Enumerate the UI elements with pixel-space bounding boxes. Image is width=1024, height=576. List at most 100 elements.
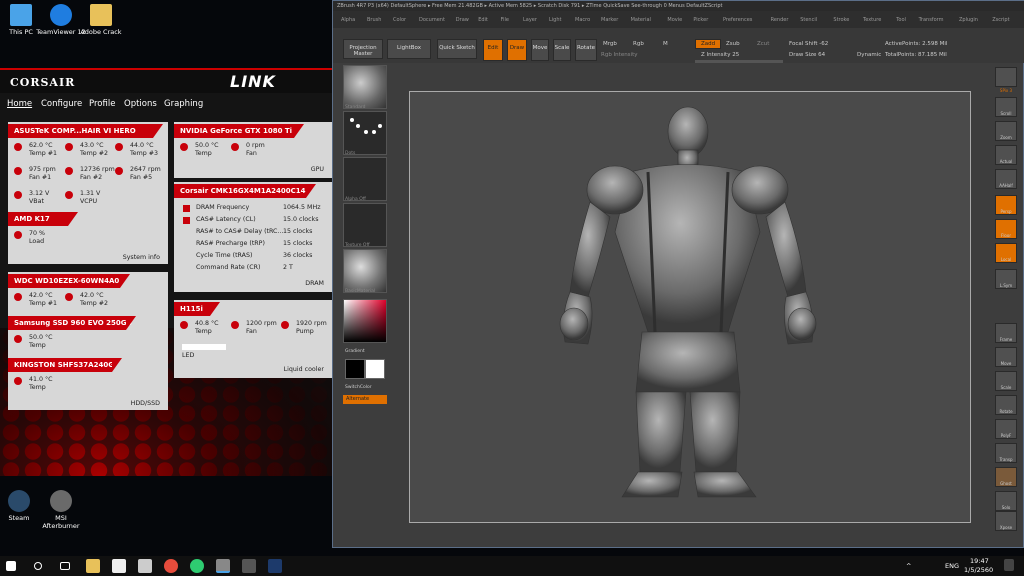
texture-thumbnail[interactable] bbox=[343, 203, 387, 247]
actual-button[interactable]: Actual bbox=[995, 145, 1017, 165]
move-view-button[interactable]: Move bbox=[995, 347, 1017, 367]
menu-item[interactable]: Stroke bbox=[833, 17, 849, 23]
menu-item[interactable]: Movie bbox=[667, 17, 682, 23]
nav-options[interactable]: Options bbox=[124, 99, 157, 109]
file-explorer-icon[interactable] bbox=[86, 559, 100, 573]
menu-item[interactable]: Light bbox=[549, 17, 561, 23]
menu-item[interactable]: Picker bbox=[693, 17, 708, 23]
menu-item[interactable]: Zscript bbox=[992, 17, 1009, 23]
draw-size-slider[interactable]: Draw Size 64 bbox=[789, 52, 825, 58]
menu-item[interactable]: Marker bbox=[601, 17, 618, 23]
menu-item[interactable]: Material bbox=[631, 17, 651, 23]
lightbox-button[interactable]: LightBox bbox=[387, 39, 431, 59]
chrome-icon[interactable] bbox=[164, 559, 178, 573]
notifications-icon[interactable] bbox=[1004, 559, 1014, 571]
menu-item[interactable]: Document bbox=[419, 17, 445, 23]
menu-item[interactable]: Render bbox=[771, 17, 789, 23]
hdd-card[interactable]: WDC WD10EZEX-60WN4A0 42.0 °C Temp #1 42.0… bbox=[8, 272, 168, 410]
aahalf-button[interactable]: AAHalf bbox=[995, 169, 1017, 189]
main-color-swatch[interactable] bbox=[345, 359, 365, 379]
nav-profile[interactable]: Profile bbox=[89, 99, 115, 109]
nav-home[interactable]: Home bbox=[7, 99, 32, 109]
xpose-button[interactable]: Xpose bbox=[995, 511, 1017, 531]
zsub-button[interactable]: Zsub bbox=[726, 41, 740, 47]
menu-item[interactable]: Layer bbox=[523, 17, 537, 23]
zbrush-taskbar-icon[interactable] bbox=[216, 559, 230, 573]
persp-button[interactable]: Persp bbox=[995, 195, 1017, 215]
photoshop-icon[interactable] bbox=[268, 559, 282, 573]
focal-shift-slider[interactable]: Focal Shift -62 bbox=[789, 41, 828, 47]
store-icon[interactable] bbox=[112, 559, 126, 573]
transp-button[interactable]: Transp bbox=[995, 443, 1017, 463]
line-icon[interactable] bbox=[190, 559, 204, 573]
zoom-button[interactable]: Zoom bbox=[995, 121, 1017, 141]
corsair-taskbar-icon[interactable] bbox=[242, 559, 256, 573]
secondary-color-swatch[interactable] bbox=[365, 359, 385, 379]
menu-item[interactable]: Color bbox=[393, 17, 406, 23]
start-icon[interactable] bbox=[6, 561, 16, 571]
z-intensity-track[interactable] bbox=[695, 60, 783, 63]
rotate-view-button[interactable]: Rotate bbox=[995, 395, 1017, 415]
tray-chevron-icon[interactable]: ^ bbox=[906, 562, 911, 570]
rgb-button[interactable]: Rgb bbox=[633, 41, 644, 47]
frame-button[interactable]: Frame bbox=[995, 323, 1017, 343]
draw-button[interactable]: Draw bbox=[507, 39, 527, 61]
menu-item[interactable]: Alpha bbox=[341, 17, 355, 23]
material-thumbnail[interactable] bbox=[343, 249, 387, 293]
clock-date[interactable]: 1/5/2560 bbox=[964, 566, 993, 574]
mobo-card[interactable]: ASUSTeK COMP...HAIR VI HERO 62.0 °C Temp … bbox=[8, 122, 168, 264]
nav-configure[interactable]: Configure bbox=[41, 99, 82, 109]
lsym-button[interactable]: L.Sym bbox=[995, 269, 1017, 289]
menu-item[interactable]: Zplugin bbox=[959, 17, 978, 23]
led-swatch[interactable] bbox=[182, 344, 226, 350]
quick-sketch-button[interactable]: Quick Sketch bbox=[437, 39, 477, 59]
spix-button[interactable] bbox=[995, 67, 1017, 87]
task-view-icon[interactable] bbox=[60, 562, 70, 570]
menu-item[interactable]: File bbox=[501, 17, 509, 23]
alternate-button[interactable]: Alternate bbox=[343, 395, 387, 404]
clock-time[interactable]: 19:47 bbox=[970, 557, 989, 565]
edit-button[interactable]: Edit bbox=[483, 39, 503, 61]
mrgb-button[interactable]: Mrgb bbox=[603, 41, 617, 47]
language-indicator[interactable]: ENG bbox=[945, 562, 959, 570]
rotate-button[interactable]: Rotate bbox=[575, 39, 597, 61]
menu-item[interactable]: Transform bbox=[919, 17, 944, 23]
dynamic-button[interactable]: Dynamic bbox=[857, 52, 881, 58]
ghost-button[interactable]: Ghost bbox=[995, 467, 1017, 487]
scale-view-button[interactable]: Scale bbox=[995, 371, 1017, 391]
polyf-button[interactable]: PolyF bbox=[995, 419, 1017, 439]
alpha-thumbnail[interactable] bbox=[343, 157, 387, 201]
menu-item[interactable]: Tool bbox=[896, 17, 906, 23]
switch-color-button[interactable]: SwitchColor bbox=[345, 385, 372, 390]
msi-afterburner-icon[interactable]: MSI Afterburner bbox=[36, 490, 86, 531]
brush-thumbnail[interactable] bbox=[343, 65, 387, 109]
local-button[interactable]: Local bbox=[995, 243, 1017, 263]
zcut-button[interactable]: Zcut bbox=[757, 41, 769, 47]
gpu-card[interactable]: NVIDIA GeForce GTX 1080 Ti 50.0 °C Temp 0… bbox=[174, 122, 332, 178]
z-intensity-slider[interactable]: Z Intensity 25 bbox=[701, 52, 739, 58]
menu-item[interactable]: Brush bbox=[367, 17, 381, 23]
search-icon[interactable] bbox=[34, 562, 42, 570]
zadd-button[interactable]: Zadd bbox=[695, 39, 721, 49]
zbrush-canvas[interactable] bbox=[409, 91, 971, 523]
ram-card[interactable]: Corsair CMK16GX4M1A2400C14 DRAM Frequenc… bbox=[174, 182, 332, 292]
menu-item[interactable]: Draw bbox=[456, 17, 469, 23]
rgb-intensity-slider[interactable]: Rgb Intensity bbox=[601, 52, 638, 58]
projection-master-button[interactable]: Projection Master bbox=[343, 39, 383, 59]
solo-button[interactable]: Solo bbox=[995, 491, 1017, 511]
scroll-button[interactable]: Scroll bbox=[995, 97, 1017, 117]
cooler-card[interactable]: H115i 40.8 °C Temp 1200 rpm Fan 1920 rpm Pu… bbox=[174, 300, 332, 378]
menu-item[interactable]: Texture bbox=[863, 17, 881, 23]
menu-item[interactable]: Preferences bbox=[723, 17, 752, 23]
menu-item[interactable]: Edit bbox=[478, 17, 488, 23]
m-button[interactable]: M bbox=[663, 41, 668, 47]
menu-item[interactable]: Stencil bbox=[800, 17, 817, 23]
scale-button[interactable]: Scale bbox=[553, 39, 571, 61]
mail-icon[interactable] bbox=[138, 559, 152, 573]
move-button[interactable]: Move bbox=[531, 39, 549, 61]
folder-icon[interactable]: Adobe Crack bbox=[76, 4, 126, 37]
menu-item[interactable]: Macro bbox=[575, 17, 590, 23]
floor-button[interactable]: Floor bbox=[995, 219, 1017, 239]
stroke-thumbnail[interactable] bbox=[343, 111, 387, 155]
color-picker[interactable] bbox=[343, 299, 387, 343]
